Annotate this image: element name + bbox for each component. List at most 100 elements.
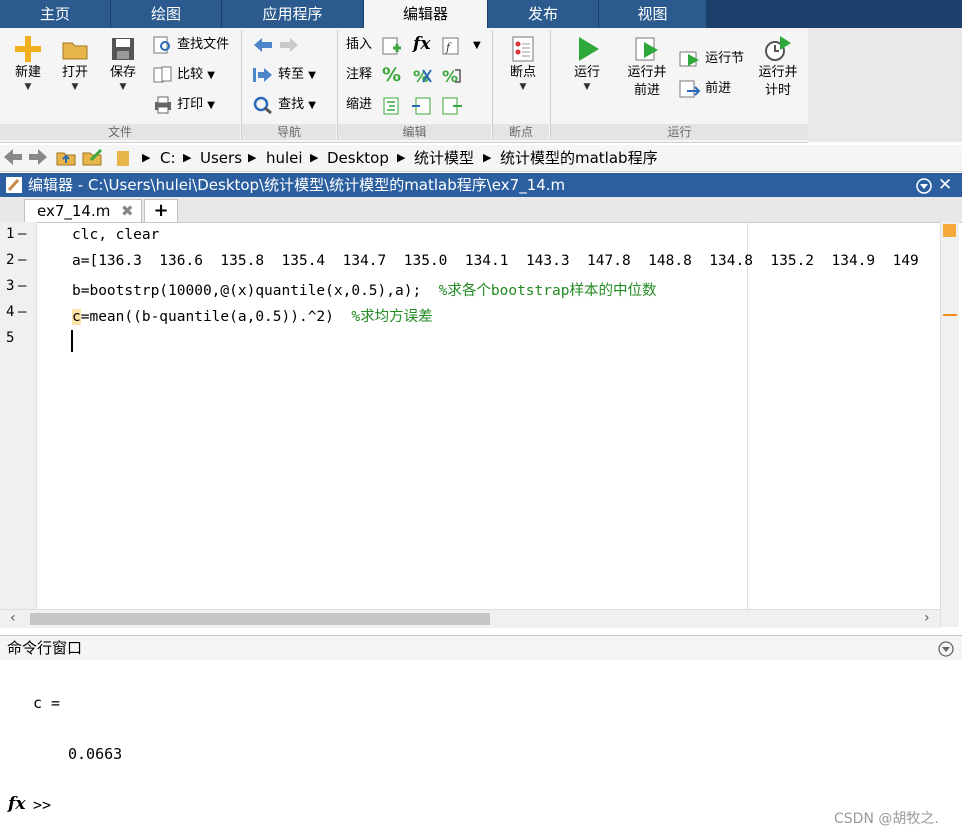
find-files-button[interactable]: 查找文件 bbox=[153, 34, 229, 56]
watermark: CSDN @胡牧之. bbox=[834, 811, 939, 827]
run-and-advance-button[interactable]: 运行并 前进 bbox=[622, 34, 672, 100]
save-button[interactable]: 保存 ▼ bbox=[101, 34, 145, 92]
command-window-title: 命令行窗口 bbox=[7, 639, 83, 657]
run-and-time-button[interactable]: 运行并 计时 bbox=[753, 34, 803, 100]
run-button[interactable]: 运行 ▼ bbox=[565, 34, 609, 92]
breadcrumb-c[interactable]: C: bbox=[160, 145, 176, 171]
indent-button[interactable]: 缩进 bbox=[346, 94, 372, 116]
breakpoints-button[interactable]: 断点 ▼ bbox=[501, 34, 545, 92]
function-browser-icon[interactable]: fx bbox=[8, 794, 25, 814]
right-margin-line bbox=[747, 222, 748, 609]
up-folder-icon[interactable] bbox=[56, 148, 76, 170]
find-button[interactable]: 查找 ▼ bbox=[252, 94, 316, 116]
run-section-icon bbox=[679, 51, 699, 66]
goto-icon bbox=[253, 67, 272, 82]
file-tab-bar: ex7_14.m ✖ + bbox=[0, 197, 962, 223]
insert-function-icon[interactable]: fx bbox=[413, 34, 430, 54]
output-variable: c = bbox=[33, 694, 61, 712]
chevron-down-icon: ▼ bbox=[207, 100, 215, 111]
chevron-down-icon: ▼ bbox=[519, 82, 527, 92]
search-icon bbox=[253, 96, 272, 114]
tab-editor[interactable]: 编辑器 bbox=[364, 0, 488, 28]
scroll-right-icon[interactable]: › bbox=[924, 610, 930, 626]
chevron-down-icon: ▼ bbox=[71, 82, 79, 92]
run-icon bbox=[579, 37, 599, 61]
run-advance-icon bbox=[635, 37, 658, 61]
breadcrumb-users[interactable]: Users bbox=[200, 145, 242, 171]
command-prompt: >> bbox=[33, 796, 52, 814]
insert-section-icon[interactable] bbox=[381, 36, 403, 56]
breadcrumb-stat-models[interactable]: 统计模型 bbox=[414, 145, 474, 171]
folder-icon bbox=[62, 42, 88, 60]
breadcrumb-separator-icon: ▶ bbox=[248, 151, 257, 164]
uncomment-icon[interactable]: % bbox=[411, 66, 433, 86]
comment-button[interactable]: 注释 bbox=[346, 64, 372, 86]
decrease-indent-icon[interactable] bbox=[411, 96, 433, 116]
tab-home[interactable]: 主页 bbox=[0, 0, 111, 28]
command-window[interactable]: c = 0.0663 fx >> CSDN @胡牧之. bbox=[0, 660, 962, 834]
warning-marker[interactable] bbox=[943, 314, 957, 316]
print-button[interactable]: 打印 ▼ bbox=[153, 94, 215, 116]
code-line-1: clc, clear bbox=[72, 227, 160, 243]
compare-button[interactable]: 比较 ▼ bbox=[153, 64, 215, 86]
wrap-comments-icon[interactable]: % bbox=[441, 66, 463, 86]
code-line-3: b=bootstrp(10000,@(x)quantile(x,0.5),a);… bbox=[72, 283, 657, 299]
increase-indent-icon[interactable] bbox=[441, 96, 463, 116]
tab-plots[interactable]: 绘图 bbox=[111, 0, 222, 28]
close-tab-icon[interactable]: ✖ bbox=[121, 200, 134, 222]
chevron-down-icon: ▼ bbox=[207, 70, 215, 81]
close-icon[interactable]: ✕ bbox=[938, 173, 952, 197]
line-number-gutter: 1 2 3 4 5 — — — — bbox=[0, 222, 37, 609]
goto-button[interactable]: 转至 ▼ bbox=[252, 64, 316, 86]
run-time-icon bbox=[765, 36, 791, 61]
tab-publish[interactable]: 发布 bbox=[488, 0, 599, 28]
code-editor[interactable]: clc, clear a=[136.3 136.6 135.8 135.4 13… bbox=[37, 222, 940, 609]
compare-icon bbox=[153, 66, 172, 82]
breadcrumb-desktop[interactable]: Desktop bbox=[327, 145, 389, 171]
new-icon bbox=[15, 36, 41, 62]
breadcrumb-separator-icon: ▶ bbox=[183, 151, 192, 164]
horizontal-scrollbar[interactable]: ‹ › bbox=[0, 609, 940, 628]
browse-folder-icon[interactable] bbox=[82, 148, 104, 170]
insert-fx-file-icon[interactable]: f bbox=[441, 36, 463, 56]
open-button[interactable]: 打开 ▼ bbox=[54, 34, 96, 92]
scroll-left-icon[interactable]: ‹ bbox=[10, 610, 16, 626]
output-value: 0.0663 bbox=[68, 745, 123, 763]
advance-button[interactable]: 前进 bbox=[679, 78, 731, 100]
vertical-scrollbar[interactable] bbox=[940, 222, 959, 627]
tab-apps[interactable]: 应用程序 bbox=[222, 0, 364, 28]
code-analyzer-indicator[interactable] bbox=[943, 224, 956, 237]
smart-indent-icon[interactable] bbox=[382, 96, 404, 116]
scrollbar-thumb[interactable] bbox=[30, 613, 490, 625]
chevron-down-icon: ▼ bbox=[308, 100, 316, 111]
top-tab-bar: 主页 绘图 应用程序 编辑器 发布 视图 bbox=[0, 0, 962, 28]
breakpoints-icon bbox=[512, 36, 534, 62]
new-tab-button[interactable]: + bbox=[144, 199, 178, 222]
comment-percent-icon[interactable]: % bbox=[382, 64, 401, 86]
breadcrumb-hulei[interactable]: hulei bbox=[266, 145, 303, 171]
group-label-file: 文件 bbox=[0, 124, 240, 140]
chevron-down-icon[interactable]: ▼ bbox=[473, 40, 481, 51]
run-section-button[interactable]: 运行节 bbox=[679, 48, 744, 70]
file-tab-ex7-14[interactable]: ex7_14.m ✖ bbox=[24, 199, 142, 222]
text-cursor bbox=[71, 330, 73, 352]
breadcrumb-separator-icon: ▶ bbox=[142, 151, 151, 164]
ribbon-empty-area bbox=[808, 28, 962, 142]
address-bar: ▶ C: ▶ Users ▶ hulei ▶ Desktop ▶ 统计模型 ▶ … bbox=[0, 145, 962, 172]
breadcrumb-matlab-programs[interactable]: 统计模型的matlab程序 bbox=[500, 145, 658, 171]
breadcrumb-separator-icon: ▶ bbox=[397, 151, 406, 164]
forward-arrow-icon[interactable] bbox=[28, 148, 48, 170]
code-line-4: c=mean((b-quantile(a,0.5)).^2) %求均方误差 bbox=[72, 309, 433, 325]
new-button[interactable]: 新建 ▼ bbox=[6, 34, 50, 92]
back-forward-nav[interactable] bbox=[252, 34, 300, 56]
chevron-down-icon: ▼ bbox=[583, 82, 591, 92]
breadcrumb-separator-icon: ▶ bbox=[310, 151, 319, 164]
group-label-navigate: 导航 bbox=[242, 124, 336, 140]
back-arrow-icon[interactable] bbox=[3, 148, 23, 170]
chevron-down-icon: ▼ bbox=[119, 82, 127, 92]
insert-button[interactable]: 插入 bbox=[346, 34, 372, 56]
advance-icon bbox=[679, 80, 701, 97]
group-label-edit: 编辑 bbox=[338, 124, 491, 140]
back-arrow-icon bbox=[254, 37, 272, 52]
tab-view[interactable]: 视图 bbox=[599, 0, 707, 28]
